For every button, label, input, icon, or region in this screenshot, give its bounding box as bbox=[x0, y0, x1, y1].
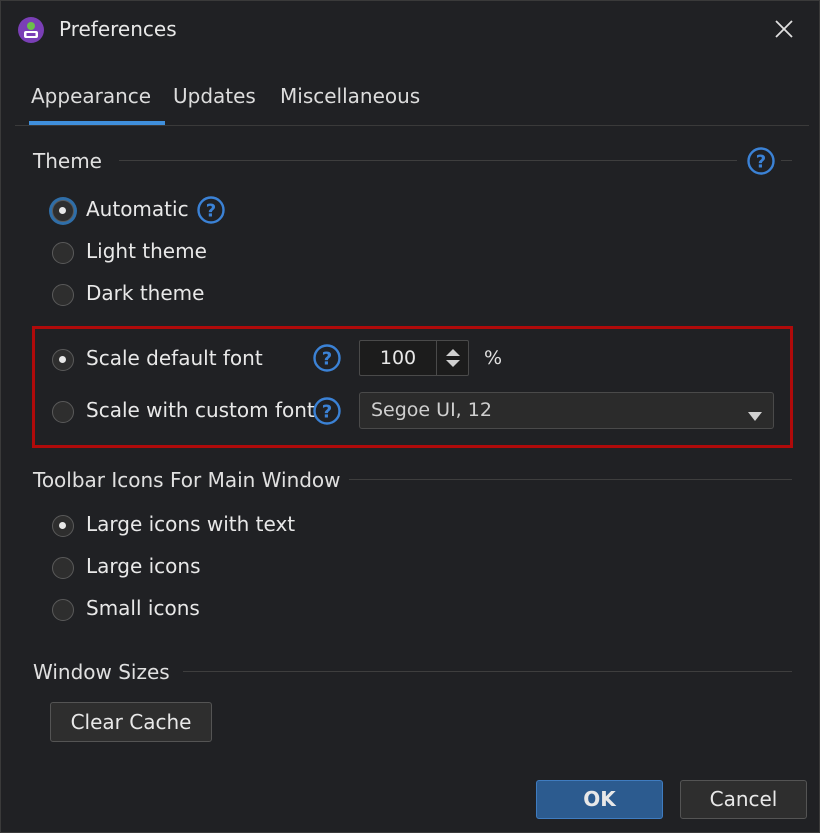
radio-large-icons-indicator bbox=[52, 557, 74, 579]
radio-small-icons[interactable]: Small icons bbox=[52, 596, 202, 628]
radio-scale-default-font-indicator bbox=[52, 349, 74, 371]
tab-updates[interactable]: Updates bbox=[173, 79, 256, 123]
custom-font-value: Segoe UI, 12 bbox=[371, 399, 492, 421]
tab-appearance[interactable]: Appearance bbox=[28, 79, 166, 125]
radio-automatic-label: Automatic bbox=[86, 197, 189, 221]
app-logo-icon bbox=[17, 16, 45, 44]
scale-custom-help-icon[interactable]: ? bbox=[312, 396, 342, 426]
preferences-dialog: Preferences Appearance Updates Miscellan… bbox=[0, 0, 820, 833]
window-title: Preferences bbox=[59, 17, 177, 41]
radio-light-theme[interactable]: Light theme bbox=[52, 239, 207, 271]
scale-default-help-icon[interactable]: ? bbox=[312, 343, 342, 373]
radio-light-theme-label: Light theme bbox=[86, 239, 207, 263]
font-scale-spinbox[interactable]: 100 bbox=[359, 340, 469, 376]
radio-dark-theme[interactable]: Dark theme bbox=[52, 281, 205, 313]
font-scale-value[interactable]: 100 bbox=[360, 341, 436, 375]
radio-large-icons[interactable]: Large icons bbox=[52, 554, 202, 586]
spin-arrows-icon[interactable] bbox=[436, 341, 469, 375]
radio-small-icons-label: Small icons bbox=[86, 596, 200, 620]
radio-large-icons-with-text-indicator bbox=[52, 515, 74, 537]
automatic-help-icon[interactable]: ? bbox=[196, 195, 226, 225]
radio-large-icons-with-text[interactable]: Large icons with text bbox=[52, 512, 295, 544]
radio-large-icons-label: Large icons bbox=[86, 554, 201, 578]
radio-scale-custom-font-label: Scale with custom font bbox=[86, 398, 315, 422]
title-bar: Preferences bbox=[1, 1, 819, 57]
cancel-button[interactable]: Cancel bbox=[680, 780, 807, 819]
window-sizes-separator bbox=[183, 671, 792, 672]
theme-separator bbox=[119, 160, 737, 161]
theme-section-header: Theme bbox=[33, 149, 102, 173]
toolbar-icons-section-header: Toolbar Icons For Main Window bbox=[33, 468, 341, 492]
svg-text:?: ? bbox=[322, 402, 332, 423]
radio-scale-default-font-label: Scale default font bbox=[86, 346, 263, 370]
radio-small-icons-indicator bbox=[52, 599, 74, 621]
radio-large-icons-with-text-label: Large icons with text bbox=[86, 512, 296, 536]
toolbar-icons-separator bbox=[349, 479, 792, 480]
tab-miscellaneous[interactable]: Miscellaneous bbox=[280, 79, 420, 123]
ok-button[interactable]: OK bbox=[536, 780, 663, 819]
svg-text:?: ? bbox=[756, 152, 766, 173]
font-scale-unit: % bbox=[484, 347, 503, 369]
radio-scale-default-font[interactable]: Scale default font bbox=[52, 346, 263, 378]
radio-automatic[interactable]: Automatic bbox=[52, 197, 189, 229]
radio-scale-custom-font-indicator bbox=[52, 401, 74, 423]
theme-separator-end bbox=[781, 160, 792, 161]
clear-cache-button[interactable]: Clear Cache bbox=[50, 702, 212, 742]
tab-bar: Appearance Updates Miscellaneous bbox=[15, 79, 809, 126]
custom-font-dropdown[interactable]: Segoe UI, 12 bbox=[359, 392, 774, 429]
radio-automatic-indicator bbox=[52, 200, 74, 222]
radio-dark-theme-label: Dark theme bbox=[86, 281, 205, 305]
close-button[interactable] bbox=[765, 11, 803, 47]
svg-text:?: ? bbox=[322, 349, 332, 370]
radio-light-theme-indicator bbox=[52, 242, 74, 264]
close-icon bbox=[775, 20, 793, 38]
svg-text:?: ? bbox=[206, 201, 216, 222]
radio-scale-custom-font[interactable]: Scale with custom font bbox=[52, 398, 315, 430]
radio-dark-theme-indicator bbox=[52, 284, 74, 306]
chevron-down-icon bbox=[748, 406, 762, 425]
theme-help-icon[interactable]: ? bbox=[746, 146, 776, 176]
window-sizes-section-header: Window Sizes bbox=[33, 660, 170, 684]
